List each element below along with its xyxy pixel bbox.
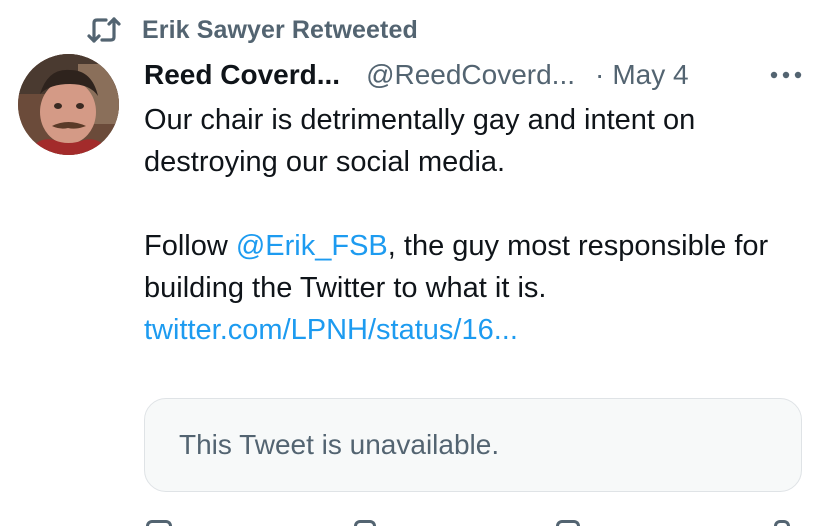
display-name[interactable]: Reed Coverd... [144,59,340,91]
more-horizontal-icon[interactable] [768,62,804,88]
retweet-label[interactable]: Erik Sawyer Retweeted [142,16,418,45]
tweet-text: Our chair is detrimentally gay and inten… [144,99,814,351]
follow-suffix: , the guy most responsible for [387,230,769,262]
tweet-header: Reed Coverd... @ReedCoverd... · May 4 [144,56,689,94]
follow-prefix: Follow [144,230,236,262]
quoted-status-link[interactable]: twitter.com/LPNH/status/16... [144,309,814,351]
separator-dot: · [595,59,605,90]
retweet-icon [86,15,122,45]
tweet-text-line: destroying our social media. [144,146,506,178]
tweet-text-line: Our chair is detrimentally gay and inten… [144,104,696,136]
tweet-text-line: Follow @Erik_FSB, the guy most responsib… [144,225,814,267]
unavailable-message: This Tweet is unavailable. [179,429,500,460]
tweet-text-line: building the Twitter to what it is. [144,272,547,304]
user-avatar[interactable] [18,54,119,155]
user-handle[interactable]: @ReedCoverd... [366,59,575,91]
retweet-context: Erik Sawyer Retweeted [86,14,418,46]
like-icon[interactable] [556,520,580,526]
mention-link[interactable]: @Erik_FSB [236,230,388,262]
quoted-tweet-card: This Tweet is unavailable. [144,398,802,492]
action-bar [144,516,804,526]
reply-icon[interactable] [146,520,172,526]
tweet-container[interactable]: Erik Sawyer Retweeted Reed Coverd... @Re… [0,0,821,526]
tweet-date[interactable]: May 4 [612,59,688,91]
retweet-action-icon[interactable] [354,520,376,526]
share-icon[interactable] [774,520,790,526]
